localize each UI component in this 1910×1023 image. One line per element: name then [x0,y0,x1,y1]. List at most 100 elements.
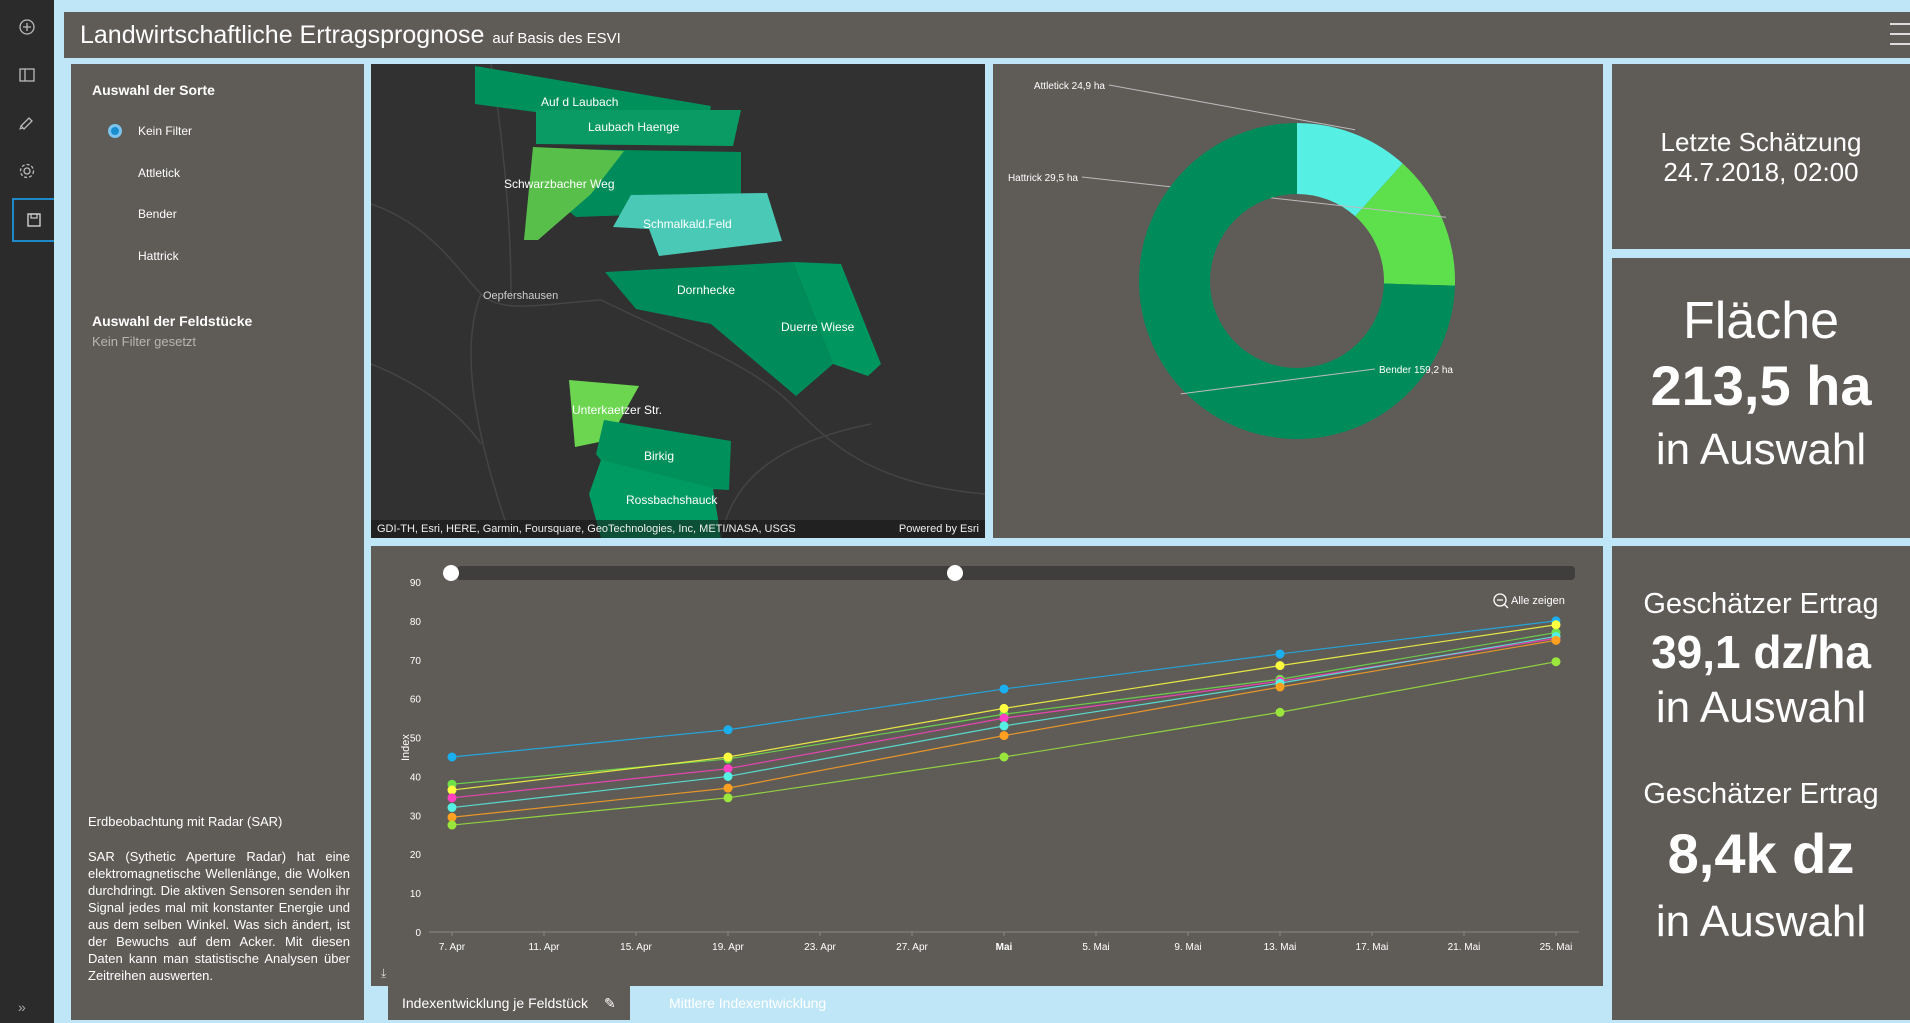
data-point[interactable] [723,752,733,762]
yield-value: 39,1 dz/ha [1651,626,1871,678]
data-point[interactable] [1551,620,1561,630]
zoom-control[interactable]: Alle zeigen [1493,593,1565,609]
radio-hattrick[interactable]: Hattrick [108,249,179,263]
data-point[interactable] [723,771,733,781]
range-handle-start[interactable] [443,565,459,581]
radio-label: Bender [138,207,177,221]
range-scrollbar[interactable] [457,566,1575,580]
data-point[interactable] [447,793,457,803]
data-point[interactable] [1551,657,1561,667]
data-point[interactable] [723,793,733,803]
data-point[interactable] [999,752,1009,762]
attribution-text: GDI-TH, Esri, HERE, Garmin, Foursquare, … [377,523,796,535]
area-label: Fläche [1682,292,1840,350]
data-point[interactable] [723,764,733,774]
tab-label: Mittlere Indexentwicklung [669,995,827,1011]
dashboard-header: Landwirtschaftliche Ertragsprognose auf … [64,12,1910,58]
filter-panel: Auswahl der Sorte Kein Filter Attletick … [71,64,364,1020]
index-line-chart: Alle zeigen Index 0 10 20 30 40 50 60 70 80 90 7. … [371,546,1603,986]
dashboard-app: » Landwirtschaftliche Ertragsprognose au… [0,0,1910,1023]
field-label: Auf d Laubach [541,95,618,109]
field-label: Schwarzbacher Weg [504,177,615,191]
sar-title: Erdbeobachtung mit Radar (SAR) [88,814,283,829]
gear-icon[interactable] [12,156,42,186]
page-subtitle: auf Basis des ESVI [492,29,621,47]
radio-icon[interactable] [108,166,122,180]
powered-by-text[interactable]: Powered by Esri [899,523,979,535]
save-icon[interactable] [12,198,54,242]
feld-value: Kein Filter gesetzt [92,334,197,349]
data-point[interactable] [1275,661,1285,671]
zoom-label[interactable]: Alle zeigen [1511,595,1565,607]
data-point[interactable] [999,713,1009,723]
town-label: Oepfershausen [483,290,558,302]
y-tick-label: 70 [410,656,422,667]
data-point[interactable] [447,803,457,813]
yield-sub: in Auswahl [1655,683,1867,732]
data-point[interactable] [447,820,457,830]
layout-icon[interactable] [12,60,42,90]
y-tick-label: 30 [410,811,422,822]
total-value: 8,4k dz [1667,822,1855,885]
field-label: Dornhecke [677,283,735,297]
range-handle-end[interactable] [947,565,963,581]
tab-mittlere[interactable]: Mittlere Indexentwicklung [655,986,840,1020]
line-chart-canvas: Alle zeigen Index 01020304050607080907. … [400,565,1579,953]
edit-icon[interactable]: ✎ [604,995,616,1012]
data-point[interactable] [1275,682,1285,692]
data-point[interactable] [1275,649,1285,659]
field-map[interactable]: Auf d Laubach Laubach Haenge Schwarzbach… [371,64,985,538]
total-sub: in Auswahl [1655,897,1867,946]
x-tick-label: 21. Mai [1448,942,1481,953]
radio-icon[interactable] [108,249,122,263]
data-point[interactable] [447,752,457,762]
data-point[interactable] [723,783,733,793]
field-label: Rossbachshauck [626,493,718,507]
radio-label: Attletick [138,166,181,180]
theme-icon[interactable] [12,108,42,138]
data-point[interactable] [447,812,457,822]
area-card: Fläche 213,5 ha in Auswahl [1612,258,1910,538]
radio-attletick[interactable]: Attletick [108,166,180,180]
x-tick-label: 19. Apr [712,942,744,953]
data-point[interactable] [999,721,1009,731]
data-point[interactable] [723,725,733,735]
y-tick-label: 50 [410,734,422,745]
field-label: Laubach Haenge [588,120,680,134]
tab-indexentwicklung[interactable]: Indexentwicklung je Feldstück ✎ [388,986,630,1020]
donut-label: Bender 159,2 ha [1379,365,1453,376]
donut-canvas: Attletick 24,9 ha Hattrick 29,5 ha Bender … [1008,81,1455,439]
chart-tabs: Indexentwicklung je Feldstück ✎ Mittlere… [371,986,1603,1023]
x-tick-label: 5. Mai [1082,942,1109,953]
menu-icon[interactable] [1890,23,1910,45]
radio-bender[interactable]: Bender [108,207,177,221]
data-point[interactable] [447,785,457,795]
y-tick-label: 60 [410,695,422,706]
data-point[interactable] [1551,635,1561,645]
data-point[interactable] [1275,707,1285,717]
download-icon[interactable]: ⤓ [381,966,386,981]
field-label: Schmalkald.Feld [643,217,732,231]
data-point[interactable] [999,731,1009,741]
tab-label: Indexentwicklung je Feldstück [402,995,588,1011]
sorte-title: Auswahl der Sorte [92,82,215,98]
x-tick-label: 25. Mai [1540,942,1573,953]
x-tick-label: 13. Mai [1264,942,1297,953]
x-tick-label: 15. Apr [620,942,652,953]
y-tick-label: 90 [410,578,422,589]
map-canvas[interactable]: Auf d Laubach Laubach Haenge Schwarzbach… [371,64,985,538]
donut-label: Attletick 24,9 ha [1034,81,1106,92]
expand-icon[interactable]: » [18,999,26,1015]
yield-card: Geschätzer Ertrag 39,1 dz/ha in Auswahl … [1612,546,1910,1020]
y-tick-label: 0 [415,928,421,939]
sar-text: SAR (Sythetic Aperture Radar) hat eine e… [88,849,350,983]
radio-kein-filter[interactable]: Kein Filter [108,124,192,138]
variety-donut-chart: Attletick 24,9 ha Hattrick 29,5 ha Bender … [993,64,1603,538]
data-point[interactable] [999,684,1009,694]
last-estimate-label: Letzte Schätzung [1660,126,1862,157]
add-circle-icon[interactable] [12,12,42,42]
data-point[interactable] [999,703,1009,713]
radio-selected-icon[interactable] [108,124,122,138]
radio-icon[interactable] [108,207,122,221]
area-sub: in Auswahl [1655,425,1867,474]
